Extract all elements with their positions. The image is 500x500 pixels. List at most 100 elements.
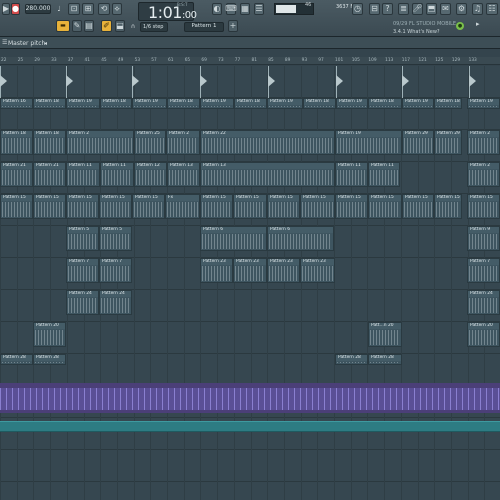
- pattern-clip[interactable]: Pattern 19: [402, 98, 434, 109]
- pattern-clip[interactable]: Pattern 21: [0, 162, 33, 187]
- target-label[interactable]: Master pitch: [8, 40, 45, 47]
- pattern-clip[interactable]: Pattern 7: [99, 258, 132, 283]
- pattern-clip[interactable]: Pattern 15: [402, 194, 434, 219]
- loop-record-icon[interactable]: ⟲: [98, 3, 110, 15]
- pattern-song-toggle[interactable]: ▬: [56, 20, 70, 32]
- pattern-clip[interactable]: Pattern 7: [467, 258, 500, 283]
- pattern-clip[interactable]: Pattern 11: [100, 162, 134, 187]
- pattern-clip[interactable]: Pattern 28: [0, 354, 33, 365]
- marker-flag-icon[interactable]: [66, 75, 73, 87]
- pattern-clip[interactable]: Pattern 5: [99, 226, 132, 251]
- pattern-clip[interactable]: Pattern 23: [200, 258, 233, 283]
- settings-icon[interactable]: ☷: [486, 3, 498, 15]
- step-seq-icon[interactable]: ⊟: [369, 3, 380, 15]
- pattern-clip[interactable]: Pattern 24: [99, 290, 132, 315]
- pattern-clip[interactable]: Pattern 24: [467, 290, 500, 315]
- pattern-clip[interactable]: Pattern 11: [368, 162, 400, 187]
- pattern-clip[interactable]: Pattern 19: [467, 98, 500, 109]
- pattern-clip[interactable]: Pattern 6: [200, 226, 267, 251]
- pattern-clip[interactable]: Patt...n 20: [368, 322, 402, 347]
- pattern-clip[interactable]: Pattern 15: [233, 194, 267, 219]
- pattern-clip[interactable]: Pattern 19: [200, 98, 234, 109]
- pattern-clip[interactable]: Pattern 29: [402, 130, 434, 155]
- pattern-clip[interactable]: Pattern 19: [336, 98, 368, 109]
- pattern-clip[interactable]: Pattern 18: [33, 98, 66, 109]
- marker-flag-icon[interactable]: [268, 75, 275, 87]
- pattern-clip[interactable]: Pattern 15: [200, 194, 233, 219]
- master-volume-icon[interactable]: ◐: [212, 3, 222, 15]
- news-title[interactable]: 3.4.1 What's New?: [393, 29, 440, 35]
- pattern-clip[interactable]: Pattern 24: [66, 290, 99, 315]
- blend-notes-icon[interactable]: ⟡: [112, 3, 122, 15]
- menu-icon[interactable]: ☰: [2, 39, 7, 46]
- pattern-clip[interactable]: Pattern 9: [467, 226, 500, 251]
- play-button[interactable]: ▶: [2, 3, 10, 15]
- pattern-clip[interactable]: Fx: [165, 194, 200, 219]
- pattern-clip[interactable]: Pattern 7: [66, 258, 99, 283]
- pattern-clip[interactable]: Pattern 15: [66, 194, 99, 219]
- pattern-clip[interactable]: Pattern 20: [33, 322, 66, 347]
- marker-flag-icon[interactable]: [200, 75, 207, 87]
- dropdown-arrow-icon[interactable]: ◂: [44, 40, 47, 47]
- pattern-clip[interactable]: Pattern 19: [132, 98, 167, 109]
- pattern-clip[interactable]: Pattern 11: [66, 162, 100, 187]
- pattern-clip[interactable]: Pattern 19: [335, 130, 402, 155]
- help-icon[interactable]: ?: [382, 3, 393, 15]
- pattern-clip[interactable]: Pattern 23: [267, 258, 300, 283]
- news-arrow-icon[interactable]: ▸: [476, 21, 480, 28]
- pattern-clip[interactable]: Pattern 23: [300, 258, 335, 283]
- pattern-clip[interactable]: Pattern 11: [335, 162, 368, 187]
- pattern-clip[interactable]: Pattern 15: [434, 194, 462, 219]
- stamp-icon[interactable]: ⬓: [115, 20, 125, 32]
- pattern-clip[interactable]: Pattern 2: [166, 130, 200, 155]
- countdown-icon[interactable]: ⊞: [82, 3, 94, 15]
- pattern-clip[interactable]: Pattern 20: [467, 322, 500, 347]
- pattern-clip[interactable]: Pattern 12: [134, 162, 167, 187]
- online-status-icon[interactable]: ●: [456, 22, 464, 30]
- marker-flag-icon[interactable]: [132, 75, 139, 87]
- pattern-clip[interactable]: Pattern 18: [0, 130, 33, 155]
- pattern-clip[interactable]: Pattern 18: [234, 98, 267, 109]
- pattern-clip[interactable]: Pattern 22: [200, 130, 335, 155]
- pattern-clip[interactable]: Pattern 18: [33, 130, 66, 155]
- pattern-clip[interactable]: Pattern 18: [368, 98, 402, 109]
- pattern-clip[interactable]: Pattern 15: [33, 194, 66, 219]
- pattern-selector[interactable]: Pattern 1: [184, 22, 224, 32]
- typing-keyboard-icon[interactable]: ⌨: [225, 3, 237, 15]
- pattern-clip[interactable]: Pattern 2: [66, 130, 134, 155]
- pattern-clip[interactable]: Pattern 13: [167, 162, 200, 187]
- pattern-clip[interactable]: Pattern 19: [267, 98, 303, 109]
- pattern-clip[interactable]: Pattern 18: [100, 98, 132, 109]
- pattern-clip[interactable]: Pattern 16: [0, 98, 33, 109]
- pattern-clip[interactable]: Pattern 18: [303, 98, 336, 109]
- pattern-clip[interactable]: Pattern 23: [233, 258, 267, 283]
- pattern-clip[interactable]: Pattern 15: [132, 194, 165, 219]
- draw-icon[interactable]: ✎: [72, 20, 82, 32]
- snap-selector[interactable]: 1/6 step: [140, 22, 168, 32]
- marker-flag-icon[interactable]: [469, 75, 476, 87]
- pattern-clip[interactable]: Pattern 18: [434, 98, 462, 109]
- record-button[interactable]: ●: [11, 3, 20, 15]
- tempo-tap-icon[interactable]: ◷: [352, 3, 363, 15]
- pattern-clip[interactable]: Pattern 15: [368, 194, 402, 219]
- pattern-clip[interactable]: Pattern 15: [467, 194, 500, 219]
- wait-input-icon[interactable]: ⊡: [68, 3, 80, 15]
- pattern-clip[interactable]: Pattern 29: [434, 130, 462, 155]
- pattern-clip[interactable]: Pattern 21: [33, 162, 66, 187]
- pattern-clip[interactable]: Pattern 28: [368, 354, 402, 365]
- pattern-clip[interactable]: Pattern 18: [167, 98, 200, 109]
- pattern-clip[interactable]: Pattern 15: [267, 194, 300, 219]
- metronome-icon[interactable]: ♩: [54, 4, 64, 14]
- marker-flag-icon[interactable]: [0, 75, 7, 87]
- pattern-clip[interactable]: Pattern 28: [33, 354, 66, 365]
- pattern-clip[interactable]: Pattern 19: [66, 98, 100, 109]
- magnet-icon[interactable]: ∩: [128, 22, 138, 32]
- browser-icon[interactable]: ▦: [240, 3, 250, 15]
- pattern-clip[interactable]: Pattern 25: [134, 130, 166, 155]
- pattern-clip[interactable]: Pattern 15: [300, 194, 335, 219]
- playlist-icon[interactable]: ≣: [398, 3, 409, 15]
- tempo-display[interactable]: 280.000: [25, 4, 51, 14]
- channel-rack-icon[interactable]: ☰: [254, 3, 264, 15]
- paint-icon[interactable]: ▤: [84, 20, 94, 32]
- audio-clip-bar[interactable]: [0, 421, 500, 432]
